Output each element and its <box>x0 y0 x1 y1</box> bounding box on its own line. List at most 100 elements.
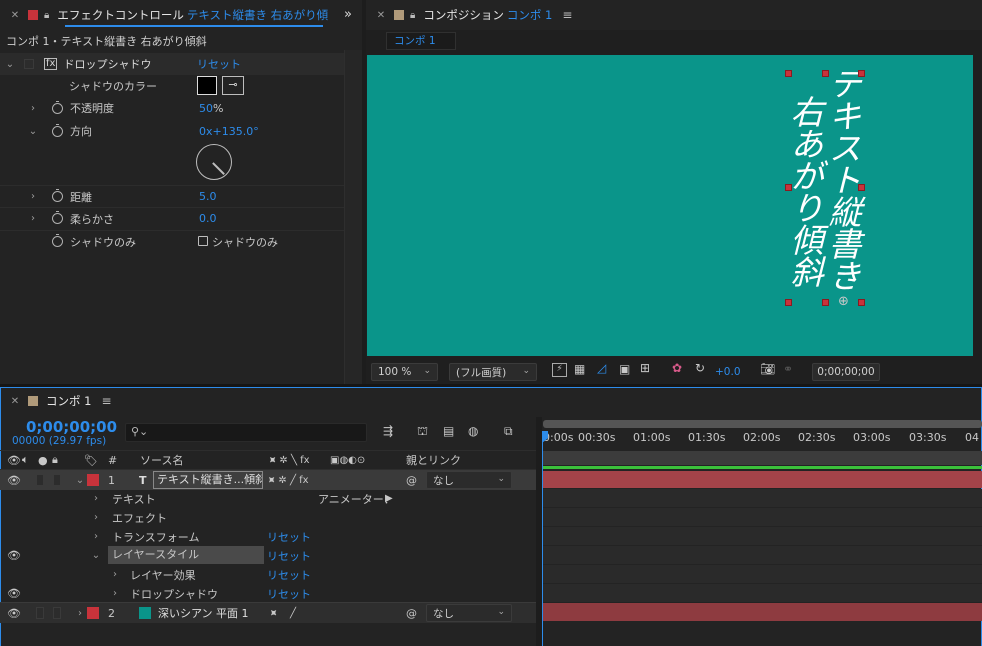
layer-style-reset-link[interactable]: リセット <box>267 548 311 564</box>
menu-icon[interactable]: ≡ <box>562 8 572 22</box>
exposure-reset-icon[interactable]: ↻ <box>695 361 705 375</box>
transform-group-row[interactable]: › トランスフォーム リセット <box>0 527 536 546</box>
timeline-left-right-divider[interactable] <box>536 417 542 646</box>
timeline-timecode[interactable]: 0;00;00;00 <box>26 418 117 436</box>
eye-icon[interactable]: 👁︎ <box>7 607 21 620</box>
animator-play-icon[interactable]: ▶ <box>385 493 393 504</box>
region-of-interest-icon[interactable]: ▣ <box>619 362 630 376</box>
chevron-right-icon[interactable]: › <box>27 213 39 224</box>
eye-header-icon[interactable]: 👁︎ <box>7 454 21 467</box>
composition-tab[interactable]: コンポジション コンポ 1 <box>423 7 552 23</box>
work-area-bar[interactable] <box>543 451 982 465</box>
audio-header-icon[interactable]: 🔈︎ <box>22 453 29 467</box>
exposure-value[interactable]: +0.0 <box>715 366 741 378</box>
layer2-parent-dropdown[interactable]: なし ⌄ <box>426 604 512 622</box>
layer-style-group-row[interactable]: 👁︎ ⌄ レイヤースタイル リセット <box>0 546 536 565</box>
lock-icon[interactable]: 🔒︎ <box>410 10 415 21</box>
layer1-duration-bar[interactable] <box>543 471 982 488</box>
close-icon[interactable]: ✕ <box>8 10 22 21</box>
col-source[interactable]: ソース名 <box>140 452 183 468</box>
layer2-label-color[interactable] <box>87 607 99 619</box>
layer2-name[interactable]: 深いシアン 平面 1 <box>158 605 249 621</box>
frame-blending-icon[interactable]: ◍ <box>468 424 478 438</box>
bbox-handle-mr[interactable] <box>858 184 865 191</box>
eye-icon[interactable]: 👁︎ <box>7 474 21 487</box>
shy-layers-icon[interactable]: ▤ <box>443 424 454 438</box>
layer2-switches[interactable]: ⯍ ╱ <box>270 608 296 619</box>
quality-dropdown[interactable]: (フル画質) ⌄ <box>449 363 537 381</box>
effect-header-row[interactable]: ⌄ fx ドロップシャドウ リセット <box>0 53 344 75</box>
chevron-down-icon[interactable]: ⌄ <box>4 59 16 70</box>
effect-reset-link[interactable]: リセット <box>197 56 241 72</box>
bbox-handle-bl[interactable] <box>785 299 792 306</box>
draft-3d-icon[interactable]: ⛫ <box>417 424 428 440</box>
chevron-right-icon[interactable]: › <box>74 608 86 619</box>
bbox-handle-br[interactable] <box>858 299 865 306</box>
timeline-navigator-bar[interactable] <box>543 420 982 428</box>
mask-path-icon[interactable]: ◿ <box>597 361 606 375</box>
comp-canvas[interactable]: テキスト縦書き 右あがり傾斜 ⊕ <box>367 55 973 356</box>
pickwhip-icon[interactable]: @ <box>406 474 417 487</box>
comp-chip[interactable]: コンポ 1 <box>386 32 456 50</box>
chevron-right-icon[interactable]: › <box>27 191 39 202</box>
canvas-text-column-1[interactable]: テキスト縦書き <box>823 67 862 291</box>
bbox-handle-tc[interactable] <box>822 70 829 77</box>
chevron-right-icon[interactable]: › <box>90 493 102 504</box>
layer1-switches[interactable]: ⯍ ✲ ╱ fx <box>268 475 309 486</box>
shadow-color-swatch[interactable] <box>197 76 217 95</box>
solo-toggle[interactable] <box>53 607 61 619</box>
transparency-grid-icon[interactable]: ▦ <box>574 362 585 376</box>
eye-icon[interactable]: 👁︎ <box>7 549 21 562</box>
stopwatch-icon[interactable] <box>52 189 63 202</box>
chevron-right-icon[interactable]: › <box>90 512 102 523</box>
chevron-down-icon[interactable]: ⌄ <box>90 550 102 561</box>
pickwhip-icon[interactable]: @ <box>406 607 417 620</box>
label-header-icon[interactable]: 🏷︎ <box>84 454 98 467</box>
bbox-handle-tr[interactable] <box>858 70 865 77</box>
stopwatch-icon[interactable] <box>52 123 63 137</box>
effects-group-row[interactable]: › エフェクト <box>0 508 536 527</box>
time-ruler[interactable]: 0:00s 00:30s 01:00s 01:30s 02:00s 02:30s… <box>543 431 982 449</box>
direction-value[interactable]: 0x+135.0° <box>199 125 259 138</box>
solo-toggle[interactable] <box>53 474 61 486</box>
fast-preview-icon[interactable]: ⚡︎ <box>552 363 567 377</box>
stopwatch-icon[interactable] <box>52 211 63 224</box>
drop-shadow-reset-link[interactable]: リセット <box>267 586 311 602</box>
layer-effect-group-row[interactable]: › レイヤー効果 リセット <box>0 565 536 584</box>
effect-toggle-box[interactable] <box>24 59 34 69</box>
stopwatch-icon[interactable] <box>52 234 63 247</box>
layer1-parent-dropdown[interactable]: なし ⌄ <box>426 471 512 489</box>
opacity-value[interactable]: 50% <box>199 102 223 115</box>
canvas-text-column-2[interactable]: 右あがり傾斜 <box>785 95 824 287</box>
chevron-right-icon[interactable]: › <box>27 103 39 114</box>
chevron-down-icon[interactable]: ⌄ <box>27 126 39 137</box>
anchor-point-icon[interactable]: ⊕ <box>838 294 849 309</box>
layer1-name[interactable]: テキスト縦書き...傾斜 <box>153 471 263 489</box>
direction-dial[interactable] <box>196 144 232 180</box>
eyedropper-icon[interactable]: ⊸ <box>222 76 244 95</box>
comp-timecode[interactable]: 0;00;00;00 <box>812 363 880 381</box>
audio-toggle[interactable] <box>36 474 44 486</box>
chevron-down-icon[interactable]: ⌄ <box>74 475 86 486</box>
text-group-row[interactable]: › テキスト アニメーター： ▶ <box>0 489 536 508</box>
graph-editor-icon[interactable]: ⧉ <box>504 424 513 439</box>
layer2-duration-bar[interactable] <box>543 603 982 621</box>
timeline-tab-title[interactable]: コンポ 1 <box>46 393 91 409</box>
bbox-handle-bc[interactable] <box>822 299 829 306</box>
zoom-dropdown[interactable]: 100 % ⌄ <box>371 363 438 381</box>
panel-overflow-icon[interactable]: » <box>344 7 352 22</box>
show-snapshot-icon[interactable]: ⚭ <box>783 362 793 376</box>
bbox-handle-tl[interactable] <box>785 70 792 77</box>
shadow-only-checkbox[interactable] <box>198 236 208 246</box>
distance-value[interactable]: 5.0 <box>199 190 217 203</box>
menu-icon[interactable]: ≡ <box>101 394 111 408</box>
eye-icon[interactable]: 👁︎ <box>7 587 21 600</box>
guides-icon[interactable]: ⊞ <box>640 361 650 375</box>
layer1-label-color[interactable] <box>87 474 99 486</box>
effect-controls-tab[interactable]: エフェクトコントロール テキスト縦書き 右あがり傾 <box>57 7 328 23</box>
layer-effect-reset-link[interactable]: リセット <box>267 567 311 583</box>
layer-row-1[interactable]: 👁︎ ⌄ 1 T テキスト縦書き...傾斜 ⯍ ✲ ╱ fx @ なし ⌄ <box>0 470 536 490</box>
close-icon[interactable]: ✕ <box>374 10 388 21</box>
fx-icon[interactable]: fx <box>44 58 58 70</box>
solo-header-icon[interactable]: ● <box>38 454 48 467</box>
